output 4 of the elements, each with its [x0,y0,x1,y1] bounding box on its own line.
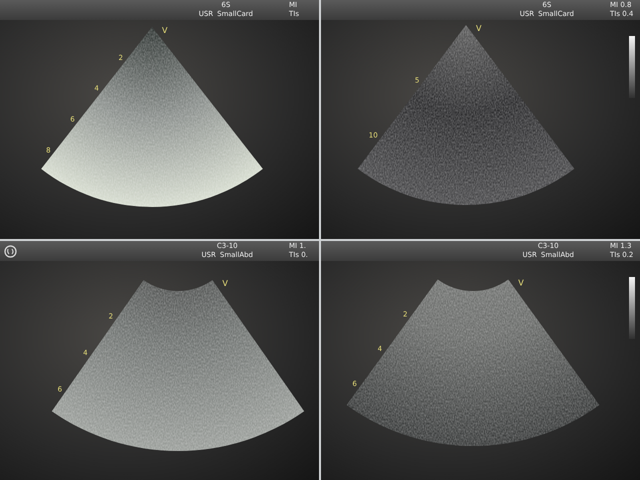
orientation-marker: V [476,24,482,33]
orientation-marker: V [222,279,228,288]
orientation-marker: V [518,278,524,288]
orientation-marker: V [162,26,168,35]
